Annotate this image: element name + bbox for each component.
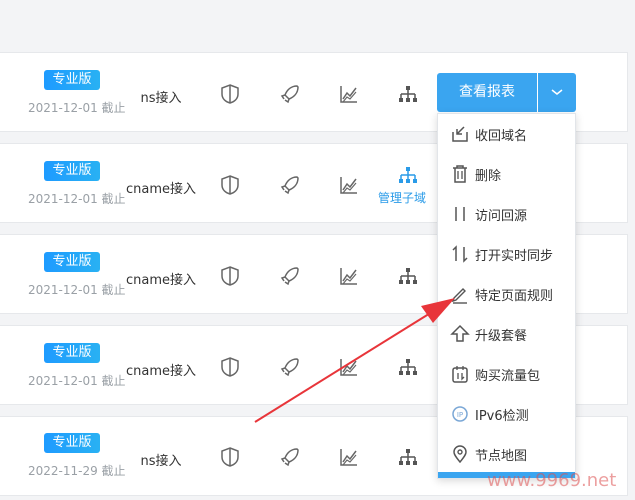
access-type: cname接入	[126, 364, 197, 379]
location-icon	[450, 444, 470, 464]
rocket-icon[interactable]	[279, 356, 301, 378]
subdomain-icon[interactable]	[397, 83, 419, 105]
origin-icon	[450, 204, 470, 224]
menu-item-delete[interactable]: 删除	[438, 154, 575, 194]
access-type: ns接入	[140, 454, 182, 469]
rocket-icon[interactable]	[279, 265, 301, 287]
subdomain-icon[interactable]	[397, 356, 419, 378]
rocket-icon[interactable]	[279, 174, 301, 196]
menu-item-reclaim-domain[interactable]: 收回域名	[438, 114, 575, 154]
shield-icon[interactable]	[219, 446, 241, 468]
shield-icon[interactable]	[219, 174, 241, 196]
shield-icon[interactable]	[219, 83, 241, 105]
chart-icon[interactable]	[338, 265, 360, 287]
expire-date: 2021-12-01 截止	[28, 374, 126, 388]
plan-badge: 专业版	[44, 161, 100, 181]
chart-icon[interactable]	[338, 83, 360, 105]
access-type: ns接入	[140, 91, 182, 106]
svg-text:IP: IP	[457, 411, 463, 419]
shield-icon[interactable]	[219, 265, 241, 287]
access-type: cname接入	[126, 273, 197, 288]
plan-badge: 专业版	[44, 252, 100, 272]
menu-item-node-map[interactable]: 节点地图	[438, 434, 575, 474]
rocket-icon[interactable]	[279, 446, 301, 468]
subdomain-icon[interactable]	[397, 164, 419, 186]
view-report-button[interactable]: 查看报表	[437, 73, 537, 112]
expire-date: 2022-11-29 截止	[28, 464, 126, 478]
access-type: cname接入	[126, 182, 197, 197]
menu-item-ipv6-check[interactable]: IP IPv6检测	[438, 394, 575, 434]
expire-date: 2021-12-01 截止	[28, 101, 126, 115]
trash-icon	[450, 164, 470, 184]
pencil-icon	[450, 284, 470, 304]
shield-icon[interactable]	[219, 356, 241, 378]
chart-icon[interactable]	[338, 446, 360, 468]
ipv6-icon: IP	[450, 404, 470, 424]
report-dropdown-toggle[interactable]	[538, 73, 576, 112]
manage-subdomain-link[interactable]: 管理子域	[378, 189, 426, 206]
menu-item-buy-traffic[interactable]: 购买流量包	[438, 354, 575, 394]
traffic-icon	[450, 364, 470, 384]
sync-icon	[450, 244, 470, 264]
expire-date: 2021-12-01 截止	[28, 283, 126, 297]
menu-item-origin-access[interactable]: 访问回源	[438, 194, 575, 234]
chart-icon[interactable]	[338, 174, 360, 196]
rocket-icon[interactable]	[279, 83, 301, 105]
plan-badge: 专业版	[44, 343, 100, 363]
report-dropdown-menu: 收回域名 删除 访问回源 打开实时同步 特定页面规则 升级套餐 购买流量包 IP…	[437, 113, 576, 479]
watermark: www.9969.net	[487, 470, 617, 491]
chevron-down-icon	[551, 89, 563, 95]
menu-item-upgrade-plan[interactable]: 升级套餐	[438, 314, 575, 354]
reclaim-icon	[450, 124, 470, 144]
upgrade-icon	[450, 324, 470, 344]
menu-item-page-rules[interactable]: 特定页面规则	[438, 274, 575, 314]
subdomain-icon[interactable]	[397, 265, 419, 287]
expire-date: 2021-12-01 截止	[28, 192, 126, 206]
menu-item-realtime-sync[interactable]: 打开实时同步	[438, 234, 575, 274]
chart-icon[interactable]	[338, 356, 360, 378]
plan-badge: 专业版	[44, 433, 100, 453]
plan-badge: 专业版	[44, 70, 100, 90]
subdomain-icon[interactable]	[397, 446, 419, 468]
